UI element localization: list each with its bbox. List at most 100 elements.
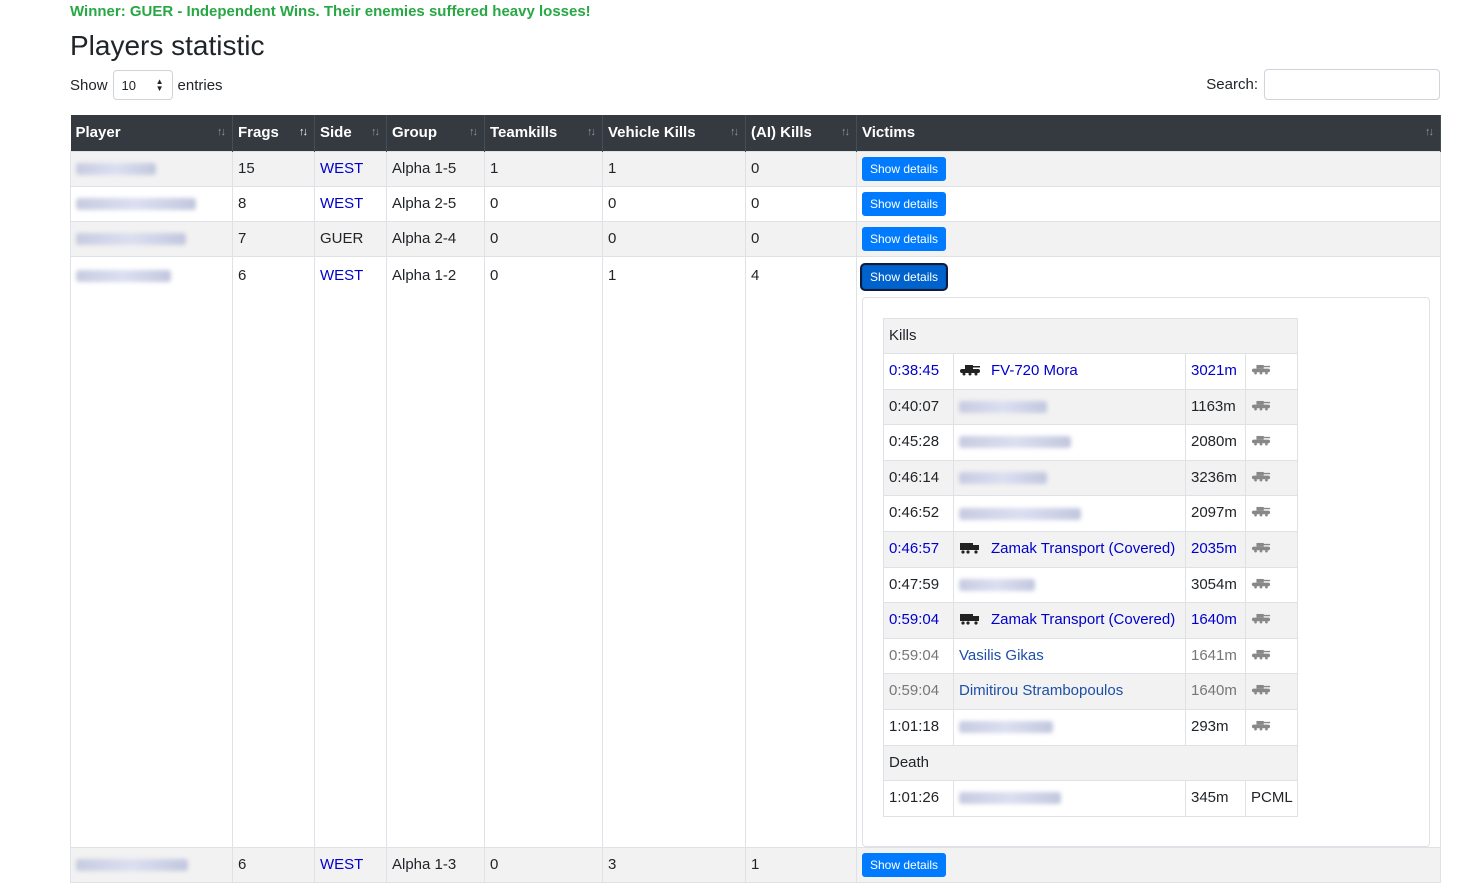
side-cell: WEST xyxy=(314,255,387,848)
select-arrows-icon: ▲ ▼ xyxy=(155,77,164,93)
show-details-button[interactable]: Show details xyxy=(862,226,947,251)
sort-icon: ↑↓ xyxy=(217,126,226,138)
column-header-side[interactable]: Side ↑↓ xyxy=(314,115,387,151)
show-details-button[interactable]: Show details xyxy=(862,852,947,877)
page-title: Players statistic xyxy=(70,30,265,61)
kill-distance: 1641m xyxy=(1185,637,1246,675)
kill-victim-redacted xyxy=(953,709,1186,746)
victims-cell: Show details xyxy=(856,220,1441,257)
kill-row: 0:59:04 Vasilis Gikas 1641m xyxy=(883,637,1299,675)
kill-distance: 3054m xyxy=(1185,566,1246,604)
table-row-expanded: 6 WEST Alpha 1-2 0 1 4 Show details Kill… xyxy=(70,255,1441,848)
teamkills-cell: 0 xyxy=(484,846,603,883)
kill-victim-redacted xyxy=(953,566,1186,604)
vehicle-kills-cell: 1 xyxy=(602,150,746,187)
death-row: 1:01:26 345m PCML xyxy=(883,780,1299,817)
tank-weapon-icon xyxy=(1251,647,1271,664)
kill-victim-redacted xyxy=(953,495,1186,533)
vehicle-kills-cell: 0 xyxy=(602,185,746,222)
tank-weapon-icon xyxy=(1251,362,1271,379)
header-row: Player ↑↓ Frags ↑↓ Side ↑↓ Group ↑↓ Teamkill… xyxy=(70,115,1441,151)
teamkills-cell: 0 xyxy=(484,220,603,257)
victims-cell: Show details xyxy=(856,150,1441,187)
kill-distance: 293m xyxy=(1185,709,1246,746)
length-control: Show 10 ▲ ▼ entries xyxy=(70,70,223,100)
weapon-cell xyxy=(1244,353,1299,390)
kill-victim[interactable]: Vasilis Gikas xyxy=(953,637,1186,675)
search-input[interactable] xyxy=(1264,69,1440,100)
show-label: Show xyxy=(70,76,108,94)
tank-weapon-icon xyxy=(1251,540,1271,557)
player-name-redacted xyxy=(70,255,233,848)
kill-time: 1:01:18 xyxy=(883,709,954,746)
kill-victim[interactable]: FV-720 Mora xyxy=(953,353,1186,390)
tank-weapon-icon xyxy=(1251,576,1271,593)
kill-row: 0:38:45 FV-720 Mora 3021m xyxy=(883,353,1299,390)
ai-kills-cell: 0 xyxy=(745,185,857,222)
kill-row: 0:40:07 1163m xyxy=(883,388,1299,426)
kill-time: 0:59:04 xyxy=(883,637,954,675)
weapon-cell xyxy=(1244,424,1299,461)
ai-kills-cell: 1 xyxy=(745,846,857,883)
kill-distance: 1640m xyxy=(1185,602,1246,639)
death-distance: 345m xyxy=(1185,780,1246,817)
truck-icon xyxy=(959,541,981,558)
kill-time: 0:46:57 xyxy=(883,531,954,568)
side-cell: GUER xyxy=(314,220,387,257)
column-header-teamkills[interactable]: Teamkills ↑↓ xyxy=(484,115,603,151)
winner-banner: Winner: GUER - Independent Wins. Their e… xyxy=(70,3,591,20)
entries-select[interactable]: 10 ▲ ▼ xyxy=(112,70,173,100)
kill-victim[interactable]: Zamak Transport (Covered) xyxy=(953,531,1186,568)
frags-cell: 6 xyxy=(232,255,315,848)
kill-victim[interactable]: Dimitirou Strambopoulos xyxy=(953,673,1186,711)
weapon-cell xyxy=(1244,566,1299,604)
sort-icon: ↑↓ xyxy=(371,126,380,138)
group-cell: Alpha 2-4 xyxy=(386,220,485,257)
show-details-button[interactable]: Show details xyxy=(862,191,947,216)
column-header-player[interactable]: Player ↑↓ xyxy=(70,115,233,151)
column-header-group[interactable]: Group ↑↓ xyxy=(386,115,485,151)
kill-time: 0:40:07 xyxy=(883,388,954,426)
weapon-cell xyxy=(1244,459,1299,497)
player-name-redacted xyxy=(70,846,233,883)
vehicle-kills-cell: 1 xyxy=(602,255,746,848)
teamkills-cell: 0 xyxy=(484,255,603,848)
tank-weapon-icon xyxy=(1251,433,1271,450)
column-header-vehicle-kills[interactable]: Vehicle Kills ↑↓ xyxy=(602,115,746,151)
death-section-header: Death xyxy=(882,744,1299,782)
player-name-redacted xyxy=(70,220,233,257)
kill-victim-redacted xyxy=(953,459,1186,497)
weapon-cell xyxy=(1244,531,1299,568)
side-cell: WEST xyxy=(314,846,387,883)
group-cell: Alpha 1-5 xyxy=(386,150,485,187)
frags-cell: 6 xyxy=(232,846,315,883)
kill-row: 0:59:04 Dimitirou Strambopoulos 1640m xyxy=(883,673,1299,711)
kill-time: 0:59:04 xyxy=(883,602,954,639)
kills-section-header: Kills xyxy=(882,317,1299,355)
tank-weapon-icon xyxy=(1251,469,1271,486)
show-details-button-active[interactable]: Show details xyxy=(862,264,947,289)
side-cell: WEST xyxy=(314,185,387,222)
frags-cell: 7 xyxy=(232,220,315,257)
victims-cell: Show details Kills 0:38:45 FV-720 Mora 3… xyxy=(856,255,1441,848)
death-weapon: PCML xyxy=(1244,780,1299,817)
vehicle-kills-cell: 3 xyxy=(602,846,746,883)
kill-victim[interactable]: Zamak Transport (Covered) xyxy=(953,602,1186,639)
sort-icon: ↑↓ xyxy=(841,126,850,138)
kill-distance: 1640m xyxy=(1185,673,1246,711)
group-cell: Alpha 1-3 xyxy=(386,846,485,883)
kill-row: 0:46:52 2097m xyxy=(883,495,1299,533)
frags-cell: 8 xyxy=(232,185,315,222)
kill-time: 0:46:14 xyxy=(883,459,954,497)
kill-time: 0:45:28 xyxy=(883,424,954,461)
weapon-cell xyxy=(1244,673,1299,711)
teamkills-cell: 0 xyxy=(484,185,603,222)
column-header-victims[interactable]: Victims ↑↓ xyxy=(856,115,1441,151)
search-label: Search: xyxy=(1206,76,1258,93)
search-control: Search: xyxy=(1206,69,1440,100)
teamkills-cell: 1 xyxy=(484,150,603,187)
column-header-ai-kills[interactable]: (AI) Kills ↑↓ xyxy=(745,115,857,151)
player-name-redacted xyxy=(70,150,233,187)
show-details-button[interactable]: Show details xyxy=(862,156,947,181)
column-header-frags[interactable]: Frags ↑↓ xyxy=(232,115,315,151)
